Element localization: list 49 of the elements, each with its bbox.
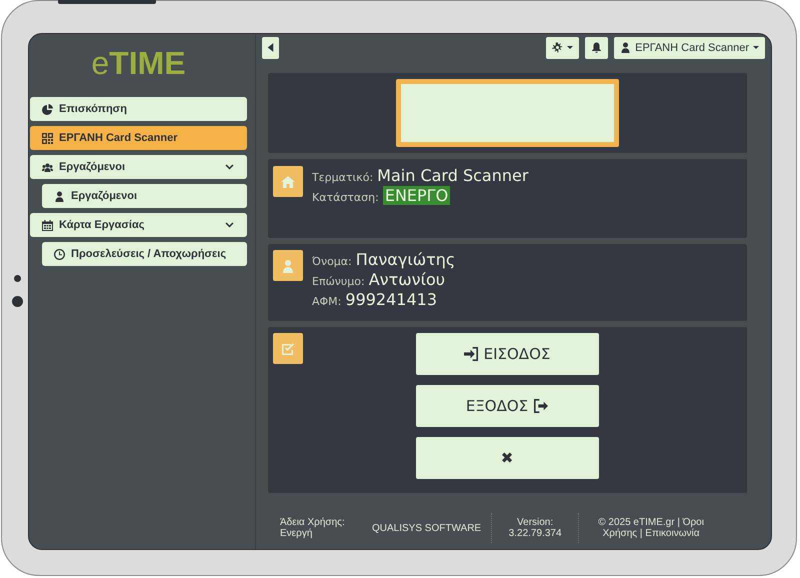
user-menu-button[interactable]: ΕΡΓΑΝΗ Card Scanner xyxy=(614,36,765,58)
version-label: Version: xyxy=(517,517,554,528)
cancel-button[interactable]: ✖ xyxy=(416,437,598,479)
person-icon xyxy=(54,190,65,202)
field-label: Τερματικό: xyxy=(312,171,374,184)
check-in-button[interactable]: ΕΙΣΟΔΟΣ xyxy=(416,333,598,375)
caret-down-icon xyxy=(567,46,574,49)
license-label: Άδεια Χρήσης: xyxy=(280,517,346,528)
settings-button[interactable] xyxy=(546,36,580,58)
caret-left-icon xyxy=(265,42,276,53)
company-name: QUALISYS SOFTWARE xyxy=(372,522,482,534)
users-icon xyxy=(42,162,53,172)
sign-out-icon xyxy=(534,399,548,413)
field-label: Κατάσταση: xyxy=(312,191,379,204)
version-number: 3.22.79.374 xyxy=(508,528,562,539)
collapse-button[interactable] xyxy=(262,36,279,58)
field-value: Αντωνίου xyxy=(368,270,446,289)
etime-logo: eTIME xyxy=(90,44,187,82)
notifications-button[interactable] xyxy=(585,36,608,58)
copyright-text: © 2025 eTIME.gr | Όροι Χρήσης | Επικοινωνία xyxy=(597,517,705,539)
person-icon xyxy=(281,258,295,272)
camera-dot xyxy=(12,296,23,307)
calendar-icon xyxy=(42,220,53,230)
sidebar-item[interactable]: Εργαζόμενοι xyxy=(30,155,247,179)
pie-chart-icon xyxy=(42,104,53,114)
status-badge: ΕΝΕΡΓΟ xyxy=(382,186,450,205)
caret-down-icon xyxy=(753,46,759,49)
field-label: ΑΦΜ: xyxy=(312,295,342,308)
field-value: 999241413 xyxy=(345,290,438,309)
check-out-button[interactable]: ΕΞΟΔΟΣ xyxy=(416,385,598,427)
person-icon xyxy=(620,42,632,53)
checked-box-icon xyxy=(281,342,295,356)
home-icon xyxy=(281,174,295,188)
sensor-dot xyxy=(14,275,21,282)
clock-icon xyxy=(54,248,65,260)
terminal-name: Main Card Scanner xyxy=(377,166,528,185)
field-label: Επώνυμο: xyxy=(312,275,365,288)
sidebar-subitem[interactable]: Εργαζόμενοι xyxy=(42,184,247,208)
sidebar-item[interactable]: Επισκόπηση xyxy=(30,97,247,121)
sign-in-icon xyxy=(464,347,478,361)
field-value: Παναγιώτης xyxy=(356,250,456,269)
sidebar-item[interactable]: ΕΡΓΑΝΗ Card Scanner xyxy=(30,126,247,150)
bell-icon xyxy=(591,42,602,53)
qr-code-icon xyxy=(42,132,53,144)
sidebar-subitem[interactable]: Προσελεύσεις / Αποχωρήσεις xyxy=(42,242,247,266)
license-status: Ενεργή xyxy=(280,528,314,539)
settings-icon xyxy=(552,42,564,53)
sidebar-item[interactable]: Κάρτα Εργασίας xyxy=(30,213,247,237)
field-label: Όνομα: xyxy=(312,255,352,268)
